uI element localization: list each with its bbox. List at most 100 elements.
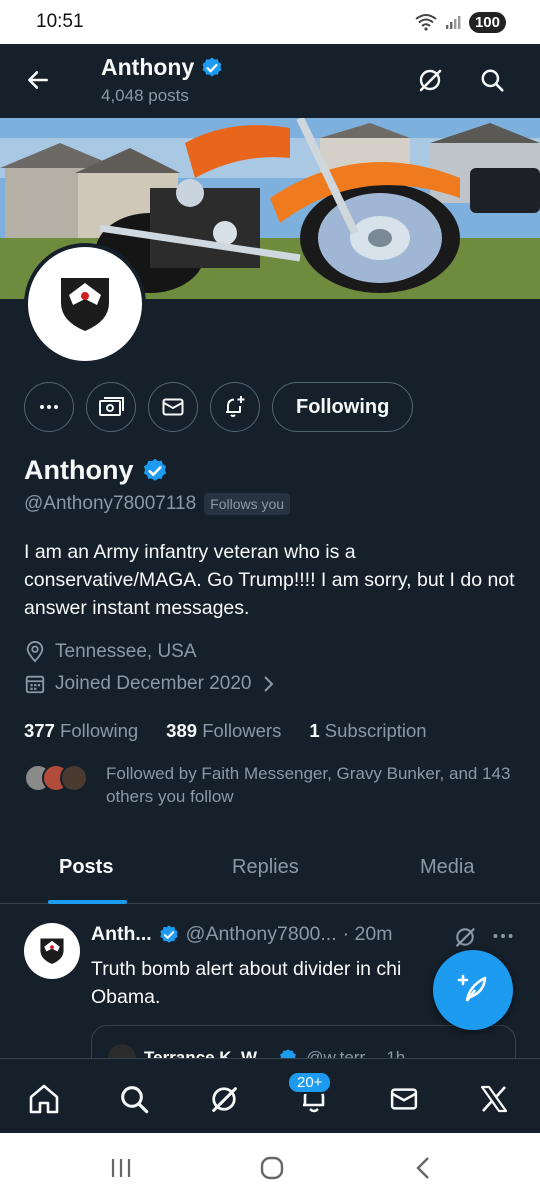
following-label: Following [60,720,139,741]
status-icons: 100 [415,11,506,33]
back-button[interactable] [20,62,56,98]
notification-count-badge: 20+ [287,1071,333,1094]
bell-plus-icon [226,396,245,417]
profile-tabs: Posts Replies Media [0,840,540,904]
header-title: Anthony 4,048 posts [101,54,224,106]
verified-badge-icon [280,1049,297,1058]
grok-icon [419,69,442,92]
status-time: 10:51 [36,11,84,32]
message-button[interactable] [148,382,198,432]
subscription-label: Subscription [324,720,427,741]
followed-by-text: Followed by Faith Messenger, Gravy Bunke… [106,764,511,806]
verified-badge-icon [144,458,167,481]
followed-by-row[interactable]: Followed by Faith Messenger, Gravy Bunke… [24,762,516,808]
profile-name: Anthony [24,455,134,485]
more-options-button[interactable] [24,382,74,432]
home-icon [29,1084,59,1114]
tweet-more-button[interactable] [490,923,516,954]
profile-location: Tennessee, USA [24,641,197,663]
active-tab-indicator [48,900,127,904]
grok-button[interactable] [412,62,448,98]
joined-text: Joined December 2020 [55,673,252,694]
back-system-button[interactable] [408,1153,438,1183]
profile-actions: Following [24,382,414,432]
location-text: Tennessee, USA [55,641,197,662]
tweet-avatar[interactable] [24,923,80,979]
battery-indicator: 100 [468,11,506,33]
quoted-author-handle: @w.terr... [306,1048,379,1058]
more-horizontal-icon [40,405,58,409]
wifi-icon [415,14,437,31]
tab-media[interactable]: Media [420,856,474,879]
calendar-icon [25,675,45,694]
recent-apps-icon [111,1159,131,1177]
tweet-timestamp: · 20m [342,923,393,945]
profile-counts: 377 Following 389 Followers 1 Subscripti… [24,720,427,742]
profile-avatar[interactable] [24,243,146,365]
header-name: Anthony [101,54,195,80]
subscription-count: 1 [309,720,320,741]
recent-apps-button[interactable] [106,1153,136,1183]
status-bar: 10:51 100 [0,0,540,44]
home-system-button[interactable] [257,1153,287,1183]
arrow-left-icon [28,71,48,89]
profile-handle: @Anthony78007118 [24,493,197,514]
follows-you-badge: Follows you [204,493,291,515]
following-button[interactable]: Following [272,382,414,432]
mail-icon [390,1088,418,1110]
profile-bio: I am an Army infantry veteran who is a c… [24,541,515,619]
search-icon [121,1086,149,1114]
search-icon [481,69,504,92]
quoted-author-name: Terrance K. W... [144,1048,271,1058]
tweet-author-name: Anth... [91,923,152,945]
tab-replies[interactable]: Replies [232,856,299,879]
nav-x-premium[interactable] [474,1079,514,1119]
quoted-tweet-header: Terrance K. W... @w.terr... 1h [108,1044,405,1058]
grok-icon [212,1087,237,1112]
profile-name-row: Anthony [24,455,169,486]
compose-feather-plus-icon [457,974,487,1002]
notifications-toggle-button[interactable] [210,382,260,432]
following-count-link[interactable]: 377 Following [24,720,138,742]
grok-icon [456,928,475,947]
profile-joined[interactable]: Joined December 2020 [24,673,276,695]
subscription-count-link[interactable]: 1 Subscription [309,720,426,742]
bottom-navigation: 20+ [0,1058,540,1133]
avatar [60,764,88,792]
signal-icon [445,16,461,29]
avatar [108,1044,136,1058]
handle-row: @Anthony78007118 Follows you [24,493,291,515]
tweet-text: Truth bomb alert about divider in chi Ob… [91,958,402,1008]
home-circle-icon [260,1156,284,1180]
money-icon [99,397,124,416]
nav-search[interactable] [114,1079,154,1119]
infantry-shield-logo-icon [61,278,109,331]
system-navigation-bar [0,1133,540,1200]
verified-badge-icon [159,924,178,943]
quoted-tweet[interactable]: Terrance K. W... @w.terr... 1h [91,1025,516,1058]
following-count: 377 [24,720,55,741]
tweet-header: Anth... @Anthony7800... · 20m [91,923,393,946]
chevron-left-icon [416,1157,429,1179]
tab-posts[interactable]: Posts [59,856,113,879]
mail-icon [162,398,184,416]
followed-by-avatars [24,764,88,808]
chevron-right-icon [264,676,274,692]
followers-count: 389 [166,720,198,741]
nav-home[interactable] [24,1079,64,1119]
search-button[interactable] [474,62,510,98]
verified-badge-icon [202,57,222,76]
compose-post-button[interactable] [433,950,513,1030]
followers-label: Followers [202,720,282,741]
followers-count-link[interactable]: 389 Followers [166,720,281,742]
header-name-row: Anthony [101,54,224,81]
infantry-shield-logo-icon [40,938,64,964]
subscribe-button[interactable] [86,382,136,432]
header-posts-count: 4,048 posts [101,86,189,105]
more-horizontal-icon [493,934,513,938]
profile-header-bar: Anthony 4,048 posts [0,44,540,118]
x-logo-icon [480,1085,508,1113]
nav-grok[interactable] [204,1079,244,1119]
nav-messages[interactable] [384,1079,424,1119]
tweet-author-handle: @Anthony7800... [185,923,337,945]
